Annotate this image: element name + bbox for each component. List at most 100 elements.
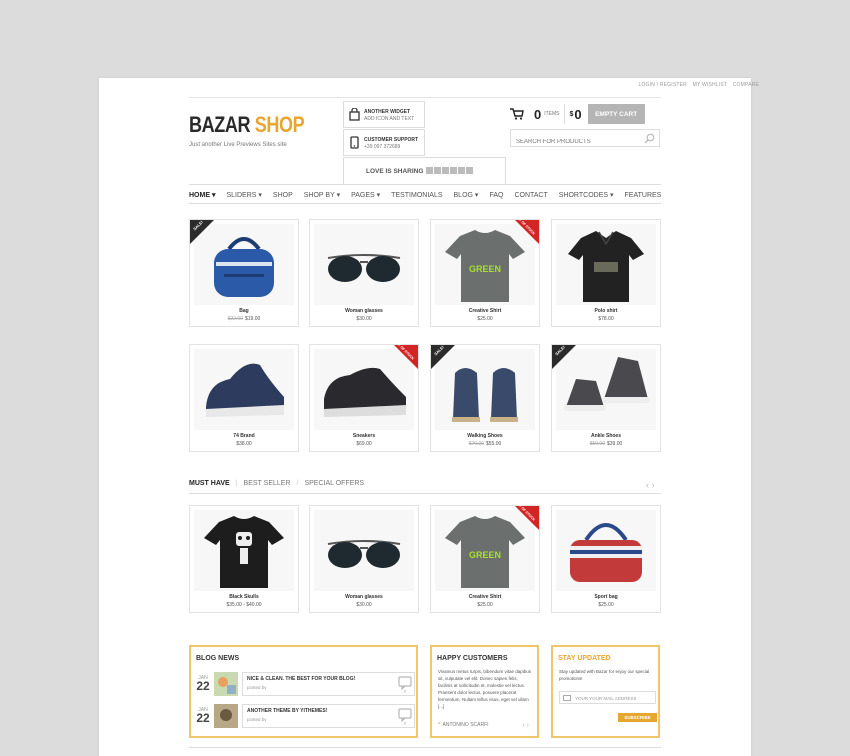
search-input[interactable] [511,134,631,150]
product-card-74-brand[interactable]: 74 Brand $38.00 [189,344,299,452]
current-price: $25.00 [598,602,614,608]
wishlist-link[interactable]: MY WISHLIST [693,82,728,88]
nav-features[interactable]: FEATURES [625,192,662,199]
product-price: $38.00 [190,441,298,447]
glasses-image [327,540,401,568]
header-widget-another: ANOTHER WIDGET ADD ICON AND TEXT [343,101,425,128]
pinterest-icon[interactable] [466,167,473,174]
glasses-image [327,254,401,282]
tab-best-seller[interactable]: BEST SELLER [244,480,291,487]
next-arrow-icon[interactable]: › [527,722,529,729]
compare-link[interactable]: COMPARE [733,82,759,88]
nav-shop[interactable]: SHOP [273,192,293,199]
badge-text: SALE! [553,344,567,357]
login-link[interactable]: LOGIN / REGISTER [638,82,687,88]
product-card-polo-shirt[interactable]: Polo shirt $78.00 [551,219,661,327]
blog-post[interactable]: JAN 22 NICE & CLEAN. THE BEST FOR YOUR BL… [195,671,415,696]
sale-badge: SALE! [431,344,455,369]
product-name[interactable]: Bag [190,308,298,314]
product-card-walking-shoes[interactable]: SALE! Walking Shoes $70.00 $55.00 [430,344,540,452]
empty-cart-button[interactable]: EMPTY CART [587,104,645,124]
nav-blog[interactable]: BLOG ▾ [454,191,479,199]
svg-text:GREEN: GREEN [469,264,501,274]
rss-icon[interactable] [434,167,441,174]
product-image[interactable] [314,224,414,305]
product-card-creative-shirt-2[interactable]: GREEN OUT OF STOCK Creative Shirt $25.00 [430,500,540,613]
nav-shortcodes[interactable]: SHORTCODES ▾ [559,191,614,199]
blog-news-title: BLOG NEWS [196,655,240,662]
product-price: $25.00 [431,316,539,322]
post-title[interactable]: NICE & CLEAN. THE BEST FOR YOUR BLOG! [247,676,410,682]
nav-shop-by[interactable]: SHOP BY ▾ [304,191,340,199]
product-image[interactable] [194,510,294,591]
product-name[interactable]: Polo shirt [552,308,660,314]
product-price: $30.00 [310,316,418,322]
newsletter-email-field[interactable]: YOUR YOUR MAIL ADDRESS [559,691,656,704]
svg-text:0: 0 [404,688,407,693]
nav-top-divider [189,184,661,185]
product-name[interactable]: Woman glasses [310,308,418,314]
search-icon[interactable] [644,133,655,144]
sale-badge: SALE! [552,344,576,369]
nav-pages[interactable]: PAGES ▾ [351,191,380,199]
nav-blog-label: BLOG [453,192,473,199]
svg-text:GREEN: GREEN [469,550,501,560]
product-image[interactable] [314,510,414,591]
happy-customers-title: HAPPY CUSTOMERS [437,655,508,662]
post-title[interactable]: ANOTHER THEME BY YITHEMES! [247,708,410,714]
nav-faq[interactable]: FAQ [489,192,503,199]
post-date: JAN 22 [195,675,211,692]
current-price: $35.00 - $40.00 [226,602,262,608]
tab-must-have[interactable]: MUST HAVE [189,480,230,487]
product-card-black-skulls[interactable]: Black Skulls $35.00 - $40.00 [189,505,299,613]
linkedin-icon[interactable] [458,167,465,174]
post-thumbnail[interactable] [214,703,238,728]
carousel-arrows: ‹ › [646,480,655,490]
product-price: $35.00 - $40.00 [190,602,298,608]
product-price: $70.00 $55.00 [431,441,539,447]
prev-arrow-icon[interactable]: ‹ [646,480,649,490]
product-image[interactable] [556,224,656,305]
bag-icon [349,108,360,121]
product-image[interactable] [194,349,294,430]
site-logo[interactable]: BAZAR SHOP [189,112,305,138]
product-card-sport-bag[interactable]: Sport bag $25.00 [551,505,661,613]
product-name[interactable]: 74 Brand [190,433,298,439]
product-name[interactable]: Sport bag [552,594,660,600]
product-name[interactable]: Walking Shoes [431,433,539,439]
product-name[interactable]: Creative Shirt [431,308,539,314]
twitter-icon[interactable] [442,167,449,174]
product-card-woman-glasses[interactable]: Woman glasses $30.00 [309,219,419,327]
cart-summary[interactable]: 0 ITEMS $0 EMPTY CART [510,104,645,124]
sneaker-image [206,363,284,417]
blog-post[interactable]: JAN 22 ANOTHER THEME BY YITHEMES! posted … [195,703,415,728]
social-icons [426,167,473,174]
post-thumbnail[interactable] [214,671,238,696]
product-name[interactable]: Woman glasses [310,594,418,600]
nav-contact[interactable]: CONTACT [514,192,547,199]
product-price: $22.00 $19.00 [190,316,298,322]
product-card-woman-glasses-2[interactable]: Woman glasses $30.00 [309,505,419,613]
nav-home[interactable]: HOME ▾ [189,191,215,199]
product-card-bag[interactable]: SALE! Bag $22.00 $19.00 [189,219,299,327]
tab-special-offers[interactable]: SPECIAL OFFERS [304,480,364,487]
nav-testimonials[interactable]: TESTIMONIALS [391,192,442,199]
nav-sliders[interactable]: SLIDERS ▾ [226,191,261,199]
facebook-icon[interactable] [426,167,433,174]
current-price: $55.00 [486,441,502,447]
nav-home-label: HOME [189,192,210,199]
post-text: ANOTHER THEME BY YITHEMES! posted by 0 [242,703,415,728]
product-name[interactable]: Sneakers [310,433,418,439]
product-name[interactable]: Ankle Shoes [552,433,660,439]
subscribe-button[interactable]: SUBSCRIBE [618,713,657,722]
product-card-creative-shirt[interactable]: GREEN OUT OF STOCK Creative Shirt $25.00 [430,214,540,327]
product-card-sneakers[interactable]: OUT OF STOCK Sneakers $69.00 [309,339,419,452]
product-name[interactable]: Black Skulls [190,594,298,600]
product-card-ankle-shoes[interactable]: SALE! Ankle Shoes $59.00 $39.00 [551,344,661,452]
product-name[interactable]: Creative Shirt [431,594,539,600]
product-image[interactable] [556,510,656,591]
next-arrow-icon[interactable]: › [652,480,655,490]
prev-arrow-icon[interactable]: ‹ [522,722,524,729]
email-icon[interactable] [450,167,457,174]
newsletter-text: Stay updated with Bazar for enjoy our sp… [559,669,650,681]
